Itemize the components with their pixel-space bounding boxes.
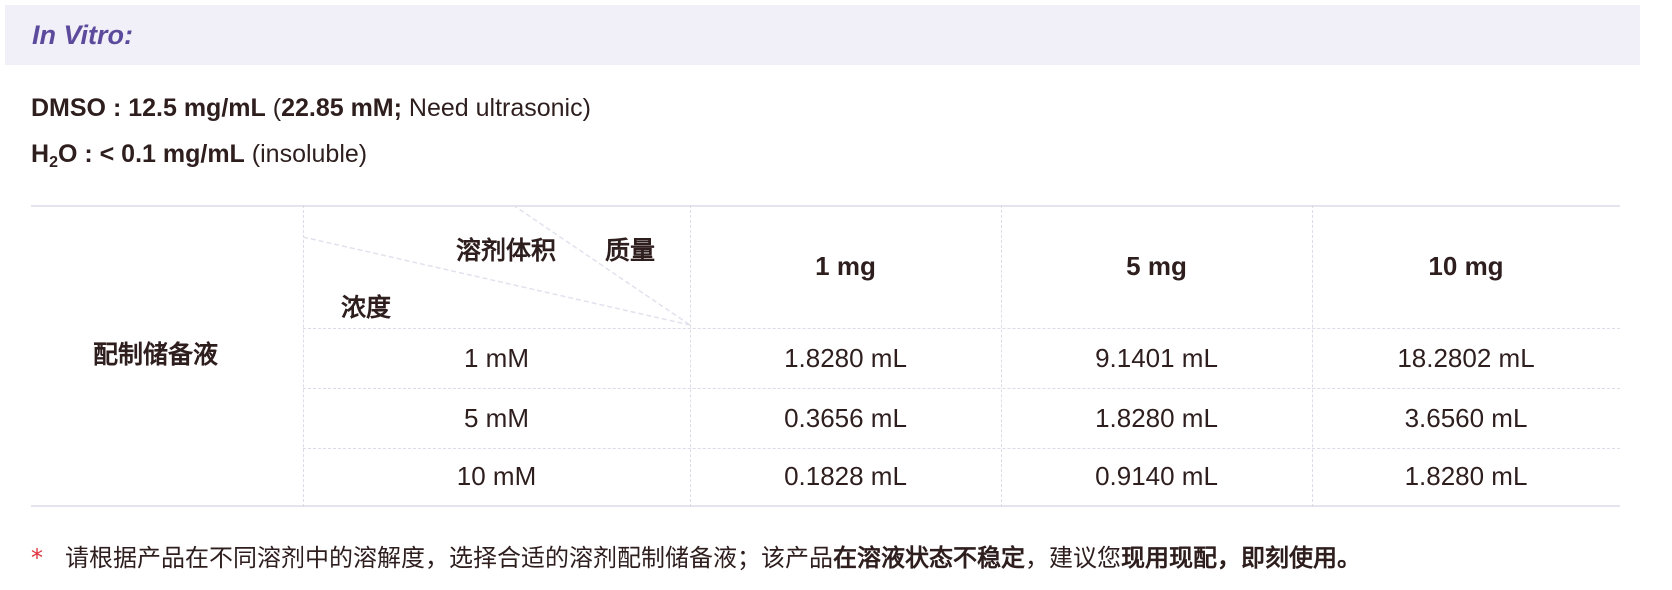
table-cell: 9.1401 mL	[1095, 342, 1218, 373]
solubility-note: Need ultrasonic)	[401, 94, 591, 122]
paren-open: (	[265, 94, 282, 122]
solubility-note: (insoluble)	[244, 140, 368, 168]
solubility-value: 12.5 mg/mL	[128, 94, 266, 122]
solvent-subscript: 2	[49, 154, 58, 171]
row-concentration: 1 mM	[464, 342, 529, 373]
separator: :	[106, 94, 129, 122]
solvent-name: DMSO	[31, 94, 106, 122]
section-title: In Vitro:	[32, 20, 133, 50]
solubility-value: < 0.1 mg/mL	[99, 140, 245, 168]
column-header-5mg: 5 mg	[1126, 251, 1187, 281]
separator: :	[77, 140, 100, 168]
row-concentration: 5 mM	[464, 402, 529, 433]
solubility-water: H2O : < 0.1 mg/mL (insoluble)	[31, 140, 367, 172]
table-cell: 0.1828 mL	[784, 461, 907, 491]
solvent-o: O	[57, 140, 78, 168]
table-cell: 0.3656 mL	[784, 402, 907, 433]
footnote-text: 请根据产品在不同溶剂中的溶解度，选择合适的溶剂配制储备液；该产品	[65, 544, 833, 572]
table-cell: 0.9140 mL	[1095, 461, 1218, 491]
solvent-h: H	[31, 140, 50, 168]
molar-value: 22.85 mM;	[281, 94, 402, 122]
table-bottom-border	[31, 505, 1620, 507]
header-mass-label: 质量	[605, 236, 656, 265]
solubility-dmso: DMSO : 12.5 mg/mL (22.85 mM; Need ultras…	[31, 94, 591, 123]
header-concentration-label: 浓度	[341, 293, 392, 322]
footnote: * 请根据产品在不同溶剂中的溶解度，选择合适的溶剂配制储备液；该产品在溶液状态不稳…	[31, 538, 1361, 573]
table-cell: 18.2802 mL	[1397, 342, 1535, 373]
column-header-1mg: 1 mg	[815, 251, 876, 281]
table-cell: 3.6560 mL	[1404, 402, 1528, 433]
header-volume-label: 溶剂体积	[456, 236, 557, 265]
footnote-emphasis: 在溶液状态不稳定	[833, 544, 1025, 572]
footnote-text: ，建议您	[1025, 544, 1121, 572]
footnote-emphasis: 现用现配，即刻使用。	[1121, 544, 1361, 572]
footnote-star: *	[31, 544, 43, 572]
row-concentration: 10 mM	[456, 461, 537, 491]
column-header-10mg: 10 mg	[1428, 251, 1504, 281]
stock-solution-table: 溶剂体积 质量 浓度 配制储备液 1 mg 5 mg 10 mg 1 mM 1.…	[31, 205, 1620, 507]
row-group-label: 配制储备液	[93, 340, 219, 369]
table-cell: 1.8280 mL	[1404, 461, 1528, 491]
table-cell: 1.8280 mL	[1095, 402, 1218, 433]
table-cell: 1.8280 mL	[784, 342, 907, 373]
section-header	[5, 5, 1640, 65]
